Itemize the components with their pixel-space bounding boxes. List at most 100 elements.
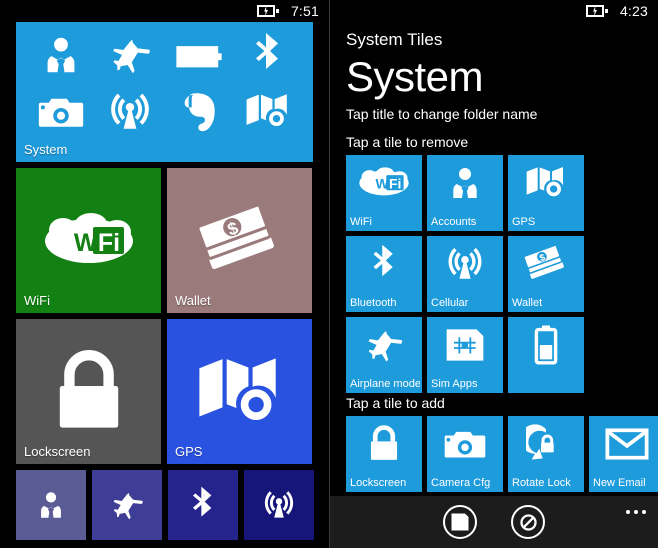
tile-label: Lockscreen [350,477,407,489]
airplane-icon [92,470,162,540]
cancel-button[interactable] [511,505,545,539]
sim-icon [427,323,503,367]
more-icon [634,510,638,514]
add-tile-new-email[interactable]: New Email [589,416,658,492]
remove-tile-cellular[interactable]: Cellular [427,236,503,312]
lock-icon [346,422,422,466]
tile-label: WiFi [350,216,372,228]
tile-accounts-small[interactable] [16,470,86,540]
tile-row-2: Wi Fi WiFi $ Wallet [16,168,329,313]
accounts-icon [16,470,86,540]
money-icon: $ [508,242,584,286]
tile-label: New Email [593,477,646,489]
dual-screenshot: 7:51 System Wi Fi WiFi $ Wallet Lockscre… [0,0,658,548]
tile-bluetooth-small[interactable] [168,470,238,540]
tile-label: Accounts [431,216,477,228]
rotate-lock-icon [508,422,584,466]
tile-label: Sim Apps [431,378,478,390]
left-phone-start-screen: 7:51 System Wi Fi WiFi $ Wallet Lockscre… [0,0,329,548]
tile-label: Lockscreen [24,444,91,459]
add-section-header: Tap a tile to add [346,395,445,411]
svg-text:Fi: Fi [97,229,119,257]
evernote-icon [165,89,234,135]
tile-label: Camera Cfg [431,477,491,489]
tile-row-3: Lockscreen GPS [16,319,329,464]
accounts-icon [427,161,503,205]
remove-tile-grid: Wi Fi WiFi Accounts GPS Bluetooth Cellul… [346,155,658,393]
remove-tile-bluetooth[interactable]: Bluetooth [346,236,422,312]
svg-text:Fi: Fi [389,176,401,192]
map-pin-icon [167,319,312,464]
remove-section-header: Tap a tile to remove [346,134,469,150]
bluetooth-icon [168,470,238,540]
system-folder-icon-grid [16,22,313,162]
right-status-bar: 4:23 [330,0,658,22]
bluetooth-icon [234,31,303,79]
battery-icon [508,323,584,367]
battery-heart-icon [165,33,234,77]
more-icon [642,510,646,514]
camera-icon [26,92,95,132]
tile-label: Rotate Lock [512,477,571,489]
remove-tile-battery[interactable] [508,317,584,393]
cancel-icon [519,513,537,531]
tile-label: Airplane mode [350,378,420,390]
save-icon [451,513,469,531]
left-clock: 7:51 [290,3,319,19]
remove-tile-sim-apps[interactable]: Sim Apps [427,317,503,393]
tile-label: WiFi [24,293,50,308]
title-hint: Tap title to change folder name [346,106,538,122]
remove-tile-airplane-mode[interactable]: Airplane mode [346,317,422,393]
remove-tile-gps[interactable]: GPS [508,155,584,231]
airplane-icon [346,323,422,367]
left-tile-grid: System Wi Fi WiFi $ Wallet Lockscreen GP… [0,22,329,540]
tile-wallet[interactable]: $ Wallet [167,168,312,313]
tile-row-4 [16,470,329,540]
tile-label: Bluetooth [350,297,397,309]
wifi-icon: Wi Fi [346,161,422,205]
remove-tile-accounts[interactable]: Accounts [427,155,503,231]
app-bar [330,496,658,548]
money-icon: $ [167,168,312,313]
battery-charging-icon [585,5,608,17]
app-content: System Tiles System Tap title to change … [330,30,658,548]
cellular-icon [95,88,164,136]
camera-icon [427,422,503,466]
more-button[interactable] [626,510,646,514]
left-status-bar: 7:51 [0,0,329,22]
tile-label: Wallet [175,293,211,308]
tile-label: Cellular [431,297,469,309]
tile-system-folder[interactable]: System [16,22,313,162]
right-phone-app-screen: 4:23 System Tiles System Tap title to ch… [329,0,658,548]
tile-label: GPS [175,444,203,459]
tile-cellular-small[interactable] [244,470,314,540]
tile-wifi[interactable]: Wi Fi WiFi [16,168,161,313]
remove-tile-wallet[interactable]: $ Wallet [508,236,584,312]
envelope-icon [589,422,658,466]
more-icon [626,510,630,514]
add-tile-camera-cfg[interactable]: Camera Cfg [427,416,503,492]
lock-icon [16,319,161,464]
bluetooth-icon [346,242,422,286]
battery-charging-icon [256,5,279,17]
save-button[interactable] [443,505,477,539]
tile-label: Wallet [512,297,543,309]
cellular-icon [427,242,503,286]
map-pin-icon [508,161,584,205]
tile-label: System [24,142,68,157]
tile-label: GPS [512,216,536,228]
add-tile-lockscreen[interactable]: Lockscreen [346,416,422,492]
cellular-icon [244,470,314,540]
remove-tile-wifi[interactable]: Wi Fi WiFi [346,155,422,231]
tile-row-1: System [16,22,329,162]
right-clock: 4:23 [619,3,648,19]
tile-lockscreen[interactable]: Lockscreen [16,319,161,464]
wifi-icon: Wi Fi [16,168,161,313]
map-pin-icon [234,89,303,135]
add-tile-rotate-lock[interactable]: Rotate Lock [508,416,584,492]
tile-airplane-small[interactable] [92,470,162,540]
accounts-icon [26,32,95,78]
tile-gps[interactable]: GPS [167,319,312,464]
airplane-icon [95,31,164,79]
page-title[interactable]: System [346,52,658,102]
